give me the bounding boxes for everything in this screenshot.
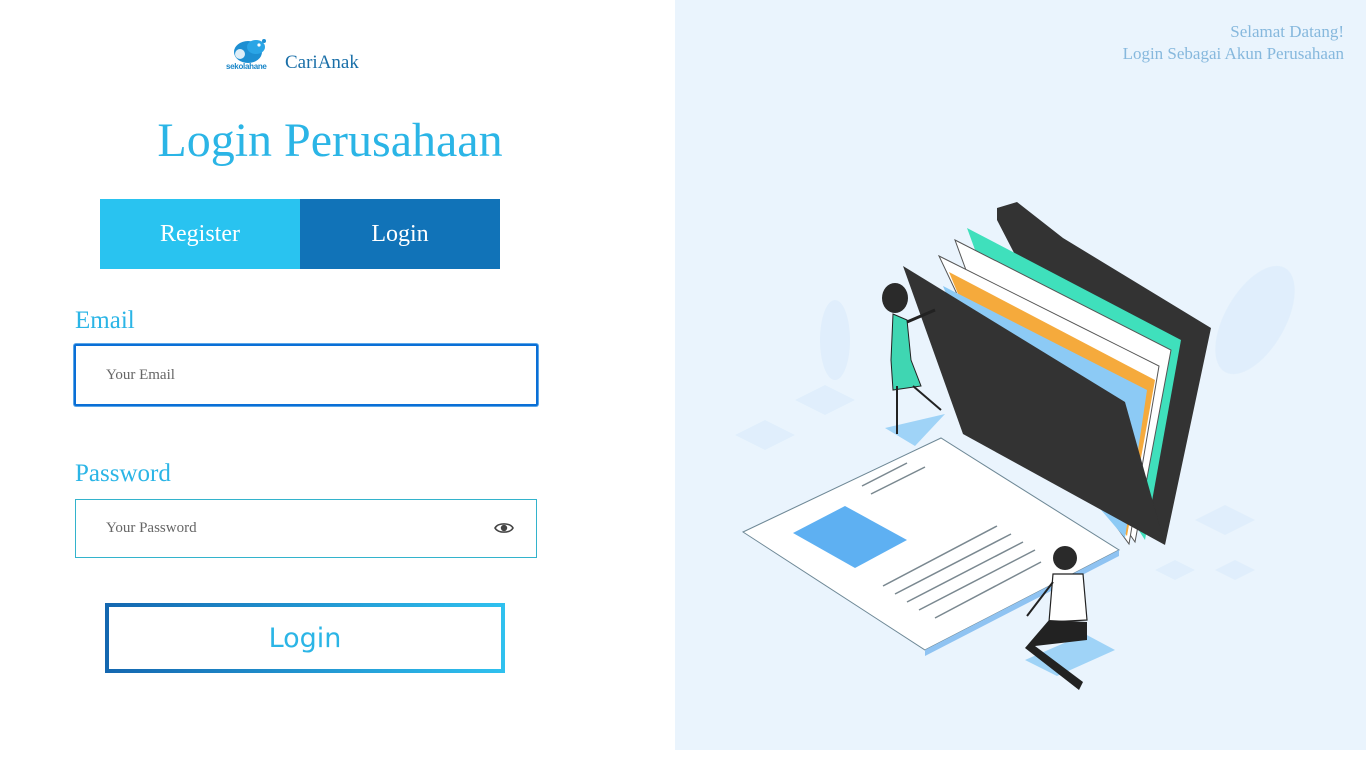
email-field[interactable] <box>106 346 486 404</box>
eye-icon[interactable] <box>494 518 514 538</box>
email-label: Email <box>75 307 135 334</box>
hippo-logo-icon <box>234 39 266 63</box>
tab-login[interactable]: Login <box>300 199 500 269</box>
welcome-text: Selamat Datang! Login Sebagai Akun Perus… <box>1123 21 1344 65</box>
password-field[interactable] <box>106 500 486 557</box>
brand-logo: sekolahane <box>226 38 274 74</box>
password-label: Password <box>75 460 171 487</box>
login-panel: sekolahane CariAnak Login Perusahaan Reg… <box>0 0 675 768</box>
auth-tabs: Register Login <box>100 199 500 269</box>
brand-name[interactable]: CariAnak <box>285 52 359 74</box>
password-field-wrapper <box>75 499 537 558</box>
page-title: Login Perusahaan <box>157 114 503 167</box>
email-field-wrapper <box>74 344 538 406</box>
brand-logo-text: sekolahane <box>226 62 267 71</box>
login-button-label: Login <box>109 607 501 669</box>
folder-documents-illustration <box>735 202 1295 690</box>
illustration-panel: Selamat Datang! Login Sebagai Akun Perus… <box>675 0 1366 750</box>
login-button[interactable]: Login <box>105 603 505 673</box>
welcome-line-1: Selamat Datang! <box>1230 22 1344 41</box>
tab-register[interactable]: Register <box>100 199 300 269</box>
welcome-line-2: Login Sebagai Akun Perusahaan <box>1122 44 1344 63</box>
brand: sekolahane CariAnak <box>226 38 359 74</box>
